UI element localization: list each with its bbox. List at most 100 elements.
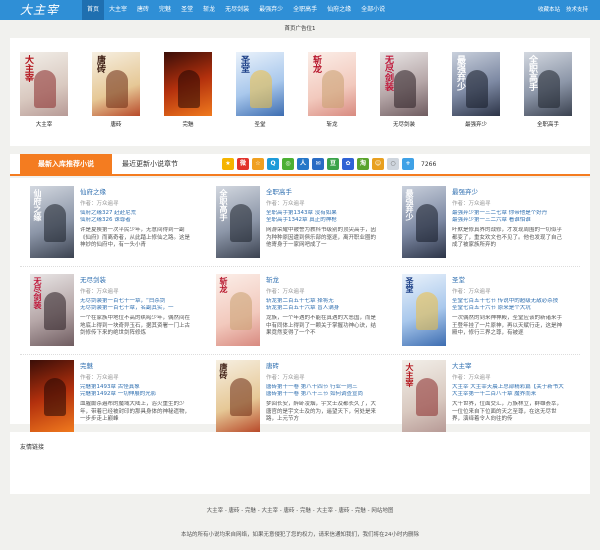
douban-icon[interactable]: 豆: [327, 158, 339, 170]
main-nav: 首页 大主宰 唐砖 完魅 圣堂 斩龙 无尽剑装 最强弃少 全职高手 仙府之缘 全…: [82, 0, 390, 20]
book-cover-image[interactable]: [30, 360, 74, 432]
nav-shengtang[interactable]: 圣堂: [176, 0, 198, 20]
featured-book[interactable]: 斩龙 斩龙: [308, 52, 356, 128]
book-title-link[interactable]: 完魅: [80, 360, 192, 370]
nav-quanzhigaoshou[interactable]: 全职高手: [288, 0, 322, 20]
chapter-link[interactable]: 唐砖第十一卷 第八十三节 如何调查宣尚: [266, 391, 378, 398]
featured-book[interactable]: 大主宰 大主宰: [20, 52, 68, 128]
nav-home[interactable]: 首页: [82, 0, 105, 20]
book-title-link[interactable]: 仙府之缘: [80, 186, 192, 196]
book-card: 无尽剑装 无尽剑装 作者：万众遍寻 无尽剑装第一百七十一章，“白杀剑 无尽剑装第…: [20, 274, 198, 354]
bookmark-link[interactable]: 收藏本站: [538, 0, 560, 20]
nav-wanmei[interactable]: 完魅: [154, 0, 176, 20]
book-cover-image[interactable]: 唐砖: [216, 360, 260, 432]
chapter-link[interactable]: 仙府之缘327 赶赴尼荒: [80, 210, 192, 217]
book-card: 最强弃少 最强弃少 作者：万众遍寻 最强弃少第一三二七章 你带他是个好丹 最强弃…: [392, 186, 570, 266]
nav-xianfuzhiyuan[interactable]: 仙府之缘: [322, 0, 356, 20]
star-icon[interactable]: ☆: [252, 158, 264, 170]
qzone-icon[interactable]: ★: [222, 158, 234, 170]
book-title-link[interactable]: 大主宰: [452, 360, 564, 370]
book-cover-image[interactable]: 大主宰: [402, 360, 446, 432]
nav-all-novels[interactable]: 全部小说: [356, 0, 390, 20]
book-title-link[interactable]: 全职高手: [266, 186, 378, 196]
book-author: 作者：万众遍寻: [452, 289, 491, 295]
chapter-link[interactable]: 仙府之缘326 诛尊者: [80, 217, 192, 224]
book-title-link[interactable]: 无尽剑装: [80, 274, 192, 284]
book-cover-image[interactable]: 仙府之缘: [30, 186, 74, 258]
site-logo[interactable]: 大主宰: [20, 2, 62, 18]
chapter-link[interactable]: 圣堂七百五十六节 原来是个大坑: [452, 305, 564, 312]
featured-book-name[interactable]: 完魅: [164, 120, 212, 128]
nav-zuiqiangqishao[interactable]: 最强弃少: [254, 0, 288, 20]
footer-links[interactable]: 大主宰 - 唐砖 - 完魅 - 大主宰 - 唐砖 - 完魅 - 大主宰 - 唐砖…: [0, 506, 600, 514]
featured-book-name[interactable]: 圣堂: [236, 120, 284, 128]
book-cover-image[interactable]: 全职高手: [524, 52, 572, 116]
book-title-link[interactable]: 斩龙: [266, 274, 378, 284]
chapter-link[interactable]: 唐砖第十一卷 第八十四节 行业一则三: [266, 384, 378, 391]
nav-wujinjianzhuang[interactable]: 无尽剑装: [220, 0, 254, 20]
chapter-link[interactable]: 完魅第1492章 一切伸展的光影: [80, 391, 192, 398]
featured-book-name[interactable]: 全职高手: [524, 120, 572, 128]
baidu-icon[interactable]: ✿: [342, 158, 354, 170]
recent-updates-title[interactable]: 最近更新小说章节: [122, 154, 178, 174]
featured-book[interactable]: 最强弃少 最强弃少: [452, 52, 500, 128]
chapter-link[interactable]: 最强弃少第一三二七章 你带他是个好丹: [452, 210, 564, 217]
tech-support-link[interactable]: 技术支持: [566, 0, 588, 20]
ad-banner-text: 首页广告位1: [284, 26, 316, 32]
cover-title: 大主宰: [405, 363, 415, 387]
book-author: 作者：万众遍寻: [266, 201, 305, 207]
book-cover-image[interactable]: 斩龙: [308, 52, 356, 116]
featured-book[interactable]: 完魅: [164, 52, 212, 128]
book-cover-image[interactable]: 无尽剑装: [30, 274, 74, 346]
book-cover-image[interactable]: 大主宰: [20, 52, 68, 116]
chapter-link[interactable]: 完魅第1493章 古怪真象: [80, 384, 192, 391]
book-cover-image[interactable]: 最强弃少: [402, 186, 446, 258]
nav-zhanlong[interactable]: 斩龙: [198, 0, 220, 20]
weibo-icon[interactable]: 微: [237, 158, 249, 170]
featured-book[interactable]: 无尽剑装 无尽剑装: [380, 52, 428, 128]
featured-book[interactable]: 全职高手 全职高手: [524, 52, 572, 128]
featured-book-name[interactable]: 唐砖: [92, 120, 140, 128]
row-divider: [20, 266, 580, 267]
book-cover-image[interactable]: 唐砖: [92, 52, 140, 116]
sohu-icon[interactable]: ○: [387, 158, 399, 170]
chapter-link[interactable]: 无尽剑装第一百七十章，名副其实，一: [80, 305, 192, 312]
book-cover-image[interactable]: 斩龙: [216, 274, 260, 346]
chapter-link[interactable]: 斩龙第二百五十七章 择将无: [266, 298, 378, 305]
tencent-weibo-icon[interactable]: ✉: [312, 158, 324, 170]
chapter-link[interactable]: 大主宰第一千二百八十章 魔界而来: [452, 391, 564, 398]
chapter-link[interactable]: 圣堂七百五十七节 传说中的超级无敌必杀技: [452, 298, 564, 305]
new-books-tab[interactable]: 最新入库推荐小说: [20, 154, 112, 174]
book-title-link[interactable]: 圣堂: [452, 274, 564, 284]
book-cover-image[interactable]: 无尽剑装: [380, 52, 428, 116]
book-title-link[interactable]: 唐砖: [266, 360, 378, 370]
book-cover-image[interactable]: [164, 52, 212, 116]
nav-tangzhuan[interactable]: 唐砖: [132, 0, 154, 20]
featured-book[interactable]: 唐砖 唐砖: [92, 52, 140, 128]
book-title-link[interactable]: 最强弃少: [452, 186, 564, 196]
taobao-icon[interactable]: 淘: [357, 158, 369, 170]
chapter-link[interactable]: 无尽剑装第一百七十一章，“白杀剑: [80, 298, 192, 305]
chapter-link[interactable]: 全职高手1342章 真正的神枪: [266, 217, 378, 224]
book-cover-image[interactable]: 全职高手: [216, 186, 260, 258]
chapter-link[interactable]: 大主宰 大主宰天晨上总部精彩篇【关于新书大主宰】: [452, 384, 564, 391]
chapter-link[interactable]: 最强弃少第一三二六章 看谁怕谁: [452, 217, 564, 224]
featured-book-name[interactable]: 斩龙: [308, 120, 356, 128]
featured-book-name[interactable]: 无尽剑装: [380, 120, 428, 128]
book-cover-image[interactable]: 圣堂: [236, 52, 284, 116]
chapter-link[interactable]: 斩龙第二百五十六章 盲人满身: [266, 305, 378, 312]
wechat-icon[interactable]: ◎: [282, 158, 294, 170]
nav-dazhuzai[interactable]: 大主宰: [104, 0, 132, 20]
more-icon[interactable]: +: [402, 158, 414, 170]
book-description: 许是夏挨第一次平民少年，无意间得到一副《仙府》而离奇者，从此踏上修仙之路。这是神…: [80, 227, 191, 248]
kaixin-icon[interactable]: ☺: [372, 158, 384, 170]
featured-book-name[interactable]: 大主宰: [20, 120, 68, 128]
cover-title: 无尽剑装: [383, 55, 393, 91]
book-cover-image[interactable]: 最强弃少: [452, 52, 500, 116]
qq-icon[interactable]: Q: [267, 158, 279, 170]
featured-book-name[interactable]: 最强弃少: [452, 120, 500, 128]
book-cover-image[interactable]: 圣堂: [402, 274, 446, 346]
chapter-link[interactable]: 全职高手第1343章 没有如果: [266, 210, 378, 217]
featured-book[interactable]: 圣堂 圣堂: [236, 52, 284, 128]
renren-icon[interactable]: 人: [297, 158, 309, 170]
